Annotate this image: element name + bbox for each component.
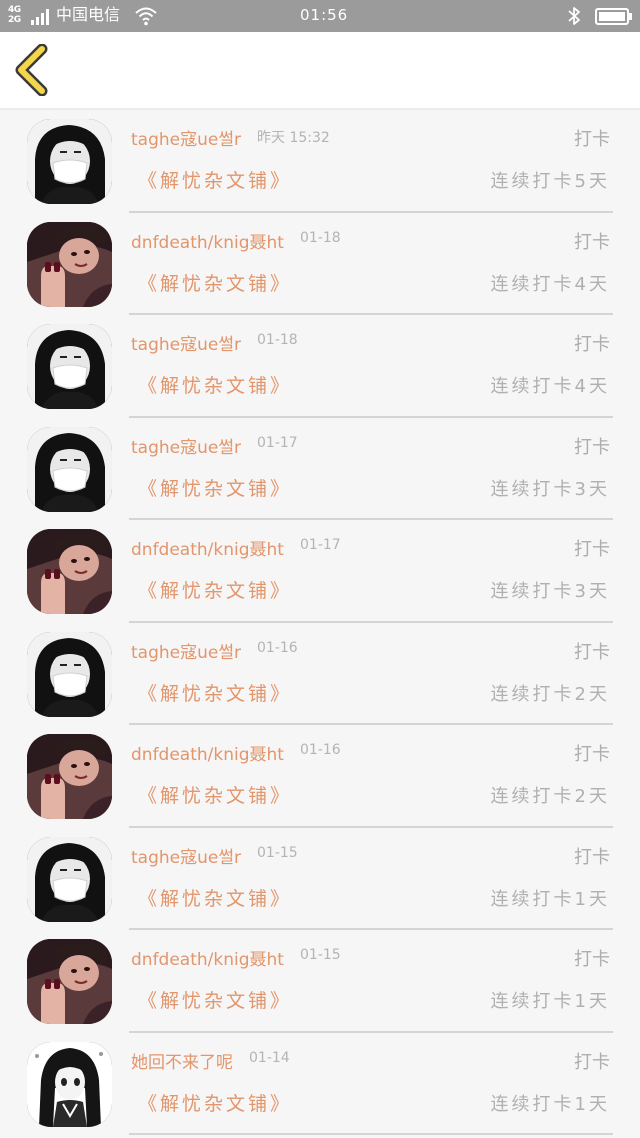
- checkin-time: 01-14: [249, 1049, 290, 1066]
- user-name: taghe寇ue썰r: [131, 847, 241, 868]
- user-name: dnfdeath/knig聂ht: [131, 232, 284, 253]
- list-item[interactable]: dnfdeath/knig聂ht 01-15 打卡 《解忧杂文铺》 连续打卡1天: [0, 930, 640, 1033]
- book-title[interactable]: 《解忧杂文铺》: [138, 371, 292, 398]
- checkin-label: 打卡: [574, 1051, 610, 1073]
- checkin-label: 打卡: [574, 334, 610, 355]
- network-type-bottom: 2G: [8, 15, 21, 25]
- streak-days: 连续打卡4天: [490, 273, 610, 295]
- checkin-label: 打卡: [574, 231, 610, 253]
- book-title[interactable]: 《解忧杂文铺》: [138, 474, 292, 501]
- girl-mask-avatar[interactable]: [27, 324, 112, 409]
- user-name: taghe寇ue썰r: [131, 335, 241, 355]
- user-name: taghe寇ue썰r: [131, 437, 241, 458]
- battery-icon: [595, 8, 632, 25]
- user-name: taghe寇ue썰r: [131, 642, 241, 663]
- book-title[interactable]: 《解忧杂文铺》: [138, 781, 292, 808]
- back-button[interactable]: [12, 43, 60, 97]
- checkin-time: 01-16: [257, 639, 298, 656]
- streak-days: 连续打卡2天: [490, 786, 610, 807]
- network-type-top: 4G: [8, 5, 21, 15]
- list-item[interactable]: taghe寇ue썰r 01-15 打卡 《解忧杂文铺》 连续打卡1天: [0, 828, 640, 930]
- girl-mask-avatar[interactable]: [27, 836, 112, 922]
- list-item[interactable]: dnfdeath/knig聂ht 01-17 打卡 《解忧杂文铺》 连续打卡3天: [0, 520, 640, 623]
- list-item[interactable]: 她回不来了呢 01-14 打卡 《解忧杂文铺》 连续打卡1天: [0, 1033, 640, 1135]
- anime-girl-avatar[interactable]: [27, 1041, 112, 1127]
- streak-days: 连续打卡4天: [490, 376, 610, 397]
- status-time: 01:56: [300, 6, 349, 24]
- list-item[interactable]: dnfdeath/knig聂ht 01-18 打卡 《解忧杂文铺》 连续打卡4天: [0, 213, 640, 315]
- checkin-time: 昨天 15:32: [257, 130, 330, 146]
- checkin-time: 01-15: [300, 947, 341, 963]
- book-title[interactable]: 《解忧杂文铺》: [138, 679, 292, 706]
- book-title[interactable]: 《解忧杂文铺》: [138, 576, 292, 603]
- checkin-label: 打卡: [574, 129, 610, 150]
- woman-hand-avatar[interactable]: [27, 734, 112, 819]
- streak-days: 连续打卡2天: [490, 683, 610, 705]
- book-title[interactable]: 《解忧杂文铺》: [138, 884, 292, 911]
- checkin-time: 01-18: [257, 332, 298, 348]
- book-title[interactable]: 《解忧杂文铺》: [138, 986, 292, 1013]
- checkin-label: 打卡: [574, 744, 610, 765]
- nav-bar: [0, 32, 640, 110]
- list-item[interactable]: taghe寇ue썰r 昨天 15:32 打卡 《解忧杂文铺》 连续打卡5天: [0, 110, 640, 213]
- list-item[interactable]: taghe寇ue썰r 01-18 打卡 《解忧杂文铺》 连续打卡4天: [0, 315, 640, 418]
- bluetooth-icon: [568, 7, 580, 25]
- checkin-label: 打卡: [574, 846, 610, 868]
- user-name: dnfdeath/knig聂ht: [131, 950, 284, 970]
- girl-mask-avatar[interactable]: [27, 631, 112, 717]
- checkin-label: 打卡: [574, 436, 610, 458]
- streak-days: 连续打卡1天: [490, 1093, 610, 1115]
- streak-days: 连续打卡3天: [490, 478, 610, 500]
- checkin-time: 01-17: [300, 537, 341, 553]
- user-name: dnfdeath/knig聂ht: [131, 540, 284, 560]
- row-divider: [129, 1133, 613, 1135]
- woman-hand-avatar[interactable]: [27, 221, 112, 307]
- chevron-left-icon: [15, 43, 48, 97]
- book-title[interactable]: 《解忧杂文铺》: [138, 166, 292, 193]
- user-name: 她回不来了呢: [131, 1052, 233, 1073]
- list-item[interactable]: taghe寇ue썰r 01-17 打卡 《解忧杂文铺》 连续打卡3天: [0, 418, 640, 520]
- user-name: dnfdeath/knig聂ht: [131, 745, 284, 765]
- book-title[interactable]: 《解忧杂文铺》: [138, 1089, 292, 1116]
- wifi-icon: [135, 7, 157, 26]
- user-name: taghe寇ue썰r: [131, 130, 241, 150]
- list-item[interactable]: taghe寇ue썰r 01-16 打卡 《解忧杂文铺》 连续打卡2天: [0, 623, 640, 725]
- streak-days: 连续打卡1天: [490, 888, 610, 910]
- girl-mask-avatar[interactable]: [27, 119, 112, 204]
- book-title[interactable]: 《解忧杂文铺》: [138, 269, 292, 296]
- checkin-time: 01-16: [300, 742, 341, 758]
- woman-hand-avatar[interactable]: [27, 939, 112, 1024]
- checkin-label: 打卡: [574, 641, 610, 663]
- network-type: 4G 2G: [8, 5, 30, 25]
- carrier-name: 中国电信: [56, 5, 121, 24]
- streak-days: 连续打卡3天: [490, 581, 610, 602]
- girl-mask-avatar[interactable]: [27, 426, 112, 512]
- signal-strength-icon: [31, 9, 49, 25]
- streak-days: 连续打卡1天: [490, 991, 610, 1012]
- woman-hand-avatar[interactable]: [27, 529, 112, 614]
- checkin-label: 打卡: [574, 539, 610, 560]
- checkin-time: 01-15: [257, 844, 298, 861]
- checkin-time: 01-18: [300, 229, 341, 246]
- list-item[interactable]: dnfdeath/knig聂ht 01-16 打卡 《解忧杂文铺》 连续打卡2天: [0, 725, 640, 828]
- streak-days: 连续打卡5天: [490, 171, 610, 192]
- status-bar: 4G 2G 中国电信 01:56: [0, 0, 640, 32]
- checkin-time: 01-17: [257, 434, 298, 451]
- checkin-label: 打卡: [574, 949, 610, 970]
- checkin-list: taghe寇ue썰r 昨天 15:32 打卡 《解忧杂文铺》 连续打卡5天 dn…: [0, 110, 640, 1135]
